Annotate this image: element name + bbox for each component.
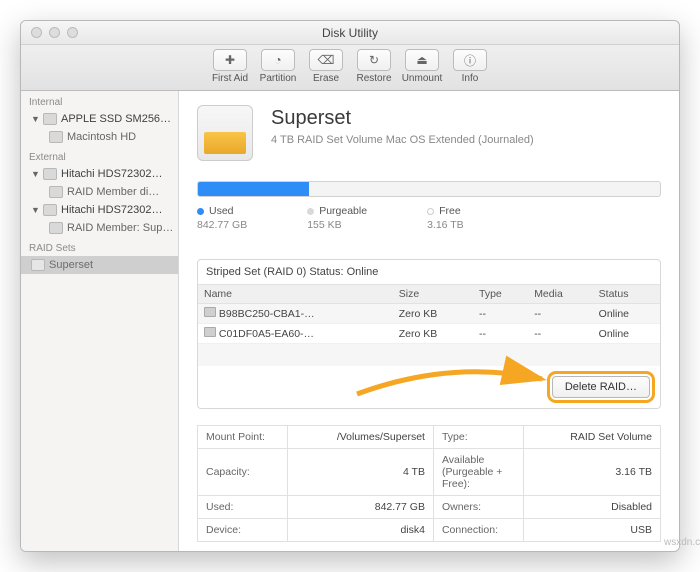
disk-icon <box>43 113 57 125</box>
info-row: Used:842.77 GBOwners:Disabled <box>198 495 661 518</box>
toolbar-unmount[interactable]: ⏏ Unmount <box>399 49 445 84</box>
disk-icon <box>49 222 63 234</box>
legend-purgeable: Purgeable 155 KB <box>307 205 367 231</box>
sidebar-item-hitachi-1[interactable]: ▼Hitachi HDS72302… <box>21 165 178 183</box>
first-aid-icon: ✚ <box>213 49 247 71</box>
disk-icon <box>204 307 216 317</box>
sidebar-section-internal: Internal <box>21 91 178 110</box>
disk-icon <box>49 131 63 143</box>
info-row: Mount Point:/Volumes/SupersetType:RAID S… <box>198 425 661 448</box>
disk-icon <box>43 168 57 180</box>
main-content: Superset 4 TB RAID Set Volume Mac OS Ext… <box>179 91 679 551</box>
raid-members-table: Name Size Type Media Status B98BC250-CBA… <box>198 284 660 366</box>
raid-panel: Striped Set (RAID 0) Status: Online Name… <box>197 259 661 409</box>
sidebar-item-superset[interactable]: Superset <box>21 256 178 274</box>
sidebar-item-hitachi-2[interactable]: ▼Hitachi HDS72302… <box>21 201 178 219</box>
raid-status-title: Striped Set (RAID 0) Status: Online <box>198 260 660 284</box>
usage-bar-fill <box>198 182 309 196</box>
disk-icon <box>43 204 57 216</box>
chevron-down-icon: ▼ <box>31 114 39 124</box>
table-header: Name Size Type Media Status <box>198 285 660 304</box>
sidebar-section-external: External <box>21 146 178 165</box>
sidebar-section-raid-sets: RAID Sets <box>21 237 178 256</box>
toolbar-partition[interactable]: ◔ Partition <box>255 49 301 84</box>
chevron-down-icon: ▼ <box>31 169 39 179</box>
chevron-down-icon: ▼ <box>31 205 39 215</box>
toolbar-restore[interactable]: ↻ Restore <box>351 49 397 84</box>
volume-subtitle: 4 TB RAID Set Volume Mac OS Extended (Jo… <box>271 134 534 146</box>
volume-name: Superset <box>271 107 534 130</box>
table-row[interactable]: C01DF0A5-EA60-… Zero KB -- -- Online <box>198 324 660 344</box>
watermark: wsxdn.com <box>664 537 700 548</box>
disk-icon <box>204 327 216 337</box>
restore-icon: ↻ <box>357 49 391 71</box>
sidebar-item-macintosh-hd[interactable]: Macintosh HD <box>21 128 178 146</box>
sidebar-item-apple-ssd[interactable]: ▼APPLE SSD SM256… <box>21 110 178 128</box>
used-swatch-icon <box>197 208 204 215</box>
disk-icon <box>31 259 45 271</box>
sidebar-item-raid-member-2[interactable]: RAID Member: Sup… <box>21 219 178 237</box>
sidebar: Internal ▼APPLE SSD SM256… Macintosh HD … <box>21 91 179 551</box>
window-title: Disk Utility <box>21 26 679 40</box>
toolbar-first-aid[interactable]: ✚ First Aid <box>207 49 253 84</box>
disk-utility-window: Disk Utility ✚ First Aid ◔ Partition ⌫ E… <box>20 20 680 552</box>
volume-icon <box>197 105 253 161</box>
table-row[interactable]: B98BC250-CBA1-… Zero KB -- -- Online <box>198 304 660 324</box>
info-row: Capacity:4 TBAvailable (Purgeable + Free… <box>198 448 661 495</box>
purgeable-swatch-icon <box>307 208 314 215</box>
legend-used: Used 842.77 GB <box>197 205 247 231</box>
unmount-icon: ⏏ <box>405 49 439 71</box>
titlebar: Disk Utility <box>21 21 679 45</box>
usage-bar <box>197 181 661 197</box>
delete-raid-button[interactable]: Delete RAID… <box>552 376 650 398</box>
info-row: Device:disk4Connection:USB <box>198 518 661 541</box>
toolbar: ✚ First Aid ◔ Partition ⌫ Erase ↻ Restor… <box>21 45 679 91</box>
erase-icon: ⌫ <box>309 49 343 71</box>
partition-icon: ◔ <box>261 49 295 71</box>
toolbar-erase[interactable]: ⌫ Erase <box>303 49 349 84</box>
usage-legend: Used 842.77 GB Purgeable 155 KB Free 3.1… <box>197 205 661 231</box>
disk-icon <box>49 186 63 198</box>
legend-free: Free 3.16 TB <box>427 205 464 231</box>
info-icon: ⓘ <box>453 49 487 71</box>
sidebar-item-raid-member-1[interactable]: RAID Member di… <box>21 183 178 201</box>
toolbar-info[interactable]: ⓘ Info <box>447 49 493 84</box>
free-swatch-icon <box>427 208 434 215</box>
volume-info-table: Mount Point:/Volumes/SupersetType:RAID S… <box>197 425 661 542</box>
